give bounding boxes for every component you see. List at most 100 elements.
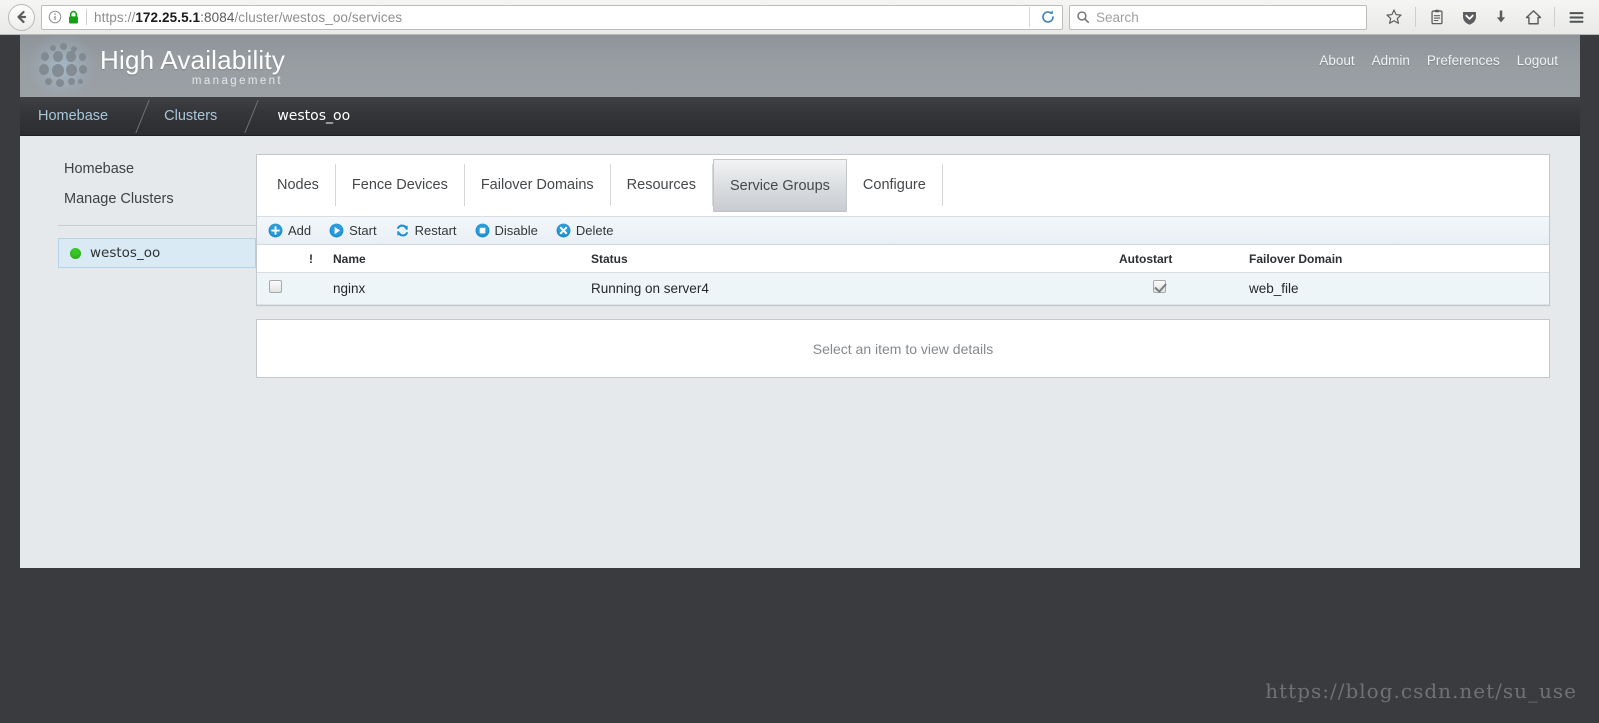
- sidebar-cluster-label: westos_oo: [90, 245, 161, 261]
- library-button[interactable]: [1422, 4, 1452, 31]
- pocket-button[interactable]: [1454, 4, 1484, 31]
- menu-button[interactable]: [1561, 4, 1591, 31]
- tab-configure[interactable]: Configure: [847, 164, 943, 206]
- browser-viewport: High Availability management About Admin…: [0, 35, 1599, 723]
- tab-bar: Nodes Fence Devices Failover Domains Res…: [257, 155, 1549, 216]
- star-icon: [1386, 9, 1402, 24]
- search-bar[interactable]: Search: [1069, 4, 1367, 30]
- table-header-row: ! Name Status Autostart Failover Domain: [257, 245, 1549, 273]
- breadcrumb-clusters[interactable]: Clusters: [148, 97, 217, 136]
- add-button[interactable]: Add: [268, 223, 311, 238]
- tab-resources[interactable]: Resources: [611, 164, 713, 206]
- tab-service-groups[interactable]: Service Groups: [712, 159, 847, 212]
- service-groups-table: ! Name Status Autostart Failover Domain: [257, 245, 1549, 305]
- browser-toolbar: https://172.25.5.1:8084/cluster/westos_o…: [0, 0, 1599, 35]
- nav-logout[interactable]: Logout: [1517, 53, 1558, 68]
- header-nav: About Admin Preferences Logout: [1319, 53, 1558, 68]
- details-empty-message: Select an item to view details: [812, 340, 994, 357]
- url-scheme: https://: [94, 9, 136, 25]
- tab-nodes[interactable]: Nodes: [261, 164, 336, 206]
- home-button[interactable]: [1518, 4, 1548, 31]
- header-status[interactable]: Status: [591, 245, 1119, 273]
- row-name[interactable]: nginx: [333, 272, 591, 305]
- identity-box[interactable]: [48, 10, 80, 25]
- delete-button[interactable]: Delete: [556, 223, 614, 238]
- tab-fence-devices[interactable]: Fence Devices: [336, 164, 465, 206]
- row-autostart-cell: [1119, 272, 1249, 305]
- watermark: https://blog.csdn.net/su_use: [1265, 679, 1577, 703]
- url-bar[interactable]: https://172.25.5.1:8084/cluster/westos_o…: [41, 4, 1063, 30]
- download-icon: [1496, 10, 1506, 23]
- app-header: High Availability management About Admin…: [20, 35, 1580, 97]
- action-toolbar: Add Start Restart Disable Delete: [257, 216, 1549, 245]
- breadcrumb-separator-icon-2: [231, 97, 257, 136]
- row-alert-cell: [309, 272, 333, 305]
- tab-failover-domains[interactable]: Failover Domains: [465, 164, 611, 206]
- bookmark-button[interactable]: [1379, 4, 1409, 31]
- toolbar-divider-2: [1554, 7, 1555, 27]
- nav-about[interactable]: About: [1319, 53, 1354, 68]
- brand-subtitle: management: [191, 74, 284, 87]
- nav-preferences[interactable]: Preferences: [1427, 53, 1500, 68]
- header-select: [257, 245, 309, 273]
- url-path: /cluster/westos_oo/services: [234, 9, 403, 25]
- table-head: ! Name Status Autostart Failover Domain: [257, 245, 1549, 273]
- add-icon: [268, 223, 283, 238]
- url-host: 172.25.5.1: [135, 9, 201, 25]
- breadcrumb: Homebase Clusters westos_oo: [20, 97, 1580, 136]
- start-icon: [329, 223, 344, 238]
- sidebar-item-westos-oo[interactable]: westos_oo: [58, 238, 256, 268]
- sidebar-item-homebase[interactable]: Homebase: [40, 154, 256, 184]
- disable-button[interactable]: Disable: [475, 223, 538, 238]
- menu-icon: [1569, 11, 1583, 23]
- table-row[interactable]: nginx Running on server4 web_file: [257, 272, 1549, 305]
- breadcrumb-homebase[interactable]: Homebase: [20, 97, 108, 136]
- shield-icon: [1462, 11, 1476, 25]
- disable-icon: [475, 223, 489, 238]
- delete-icon: [556, 223, 571, 238]
- table-body: nginx Running on server4 web_file: [257, 272, 1549, 305]
- logo: [28, 35, 96, 97]
- url-divider: [86, 9, 87, 25]
- reload-button[interactable]: [1036, 7, 1060, 28]
- page-content: High Availability management About Admin…: [20, 35, 1580, 568]
- body: Homebase Manage Clusters westos_oo Nodes…: [20, 136, 1580, 378]
- header-autostart[interactable]: Autostart: [1119, 245, 1249, 273]
- url-text: https://172.25.5.1:8084/cluster/westos_o…: [94, 10, 1025, 25]
- disable-label: Disable: [494, 223, 538, 238]
- details-panel: Select an item to view details: [256, 319, 1550, 378]
- sidebar-divider: [58, 225, 256, 226]
- main-content: Nodes Fence Devices Failover Domains Res…: [256, 154, 1580, 378]
- sidebar-item-manage-clusters[interactable]: Manage Clusters: [40, 184, 256, 214]
- back-arrow-icon: [16, 10, 26, 24]
- row-checkbox[interactable]: [269, 280, 282, 293]
- row-autostart-checkbox: [1153, 280, 1166, 293]
- restart-button[interactable]: Restart: [395, 223, 457, 238]
- add-label: Add: [288, 223, 312, 238]
- library-icon: [1431, 9, 1443, 25]
- delete-label: Delete: [575, 223, 614, 238]
- header-failover-domain[interactable]: Failover Domain: [1249, 245, 1549, 273]
- header-name[interactable]: Name: [333, 245, 591, 273]
- home-icon: [1525, 9, 1541, 24]
- downloads-button[interactable]: [1486, 4, 1516, 31]
- row-status: Running on server4: [591, 272, 1119, 305]
- restart-label: Restart: [414, 223, 457, 238]
- start-button[interactable]: Start: [329, 223, 377, 238]
- breadcrumb-current: westos_oo: [277, 108, 351, 124]
- back-button[interactable]: [8, 3, 35, 31]
- brand-title: High Availability: [100, 44, 286, 75]
- reload-icon: [1042, 10, 1054, 23]
- toolbar-divider: [1415, 7, 1416, 27]
- url-port: :8084: [200, 9, 235, 25]
- nav-admin[interactable]: Admin: [1372, 53, 1410, 68]
- info-icon[interactable]: [48, 10, 62, 24]
- lock-icon[interactable]: [67, 10, 80, 25]
- row-select-cell[interactable]: [257, 272, 309, 305]
- restart-icon: [396, 224, 408, 237]
- search-placeholder: Search: [1096, 9, 1139, 25]
- cluster-status-dot-icon: [70, 247, 81, 259]
- brand: High Availability management: [100, 46, 285, 87]
- search-icon: [1077, 11, 1090, 24]
- start-label: Start: [349, 223, 377, 238]
